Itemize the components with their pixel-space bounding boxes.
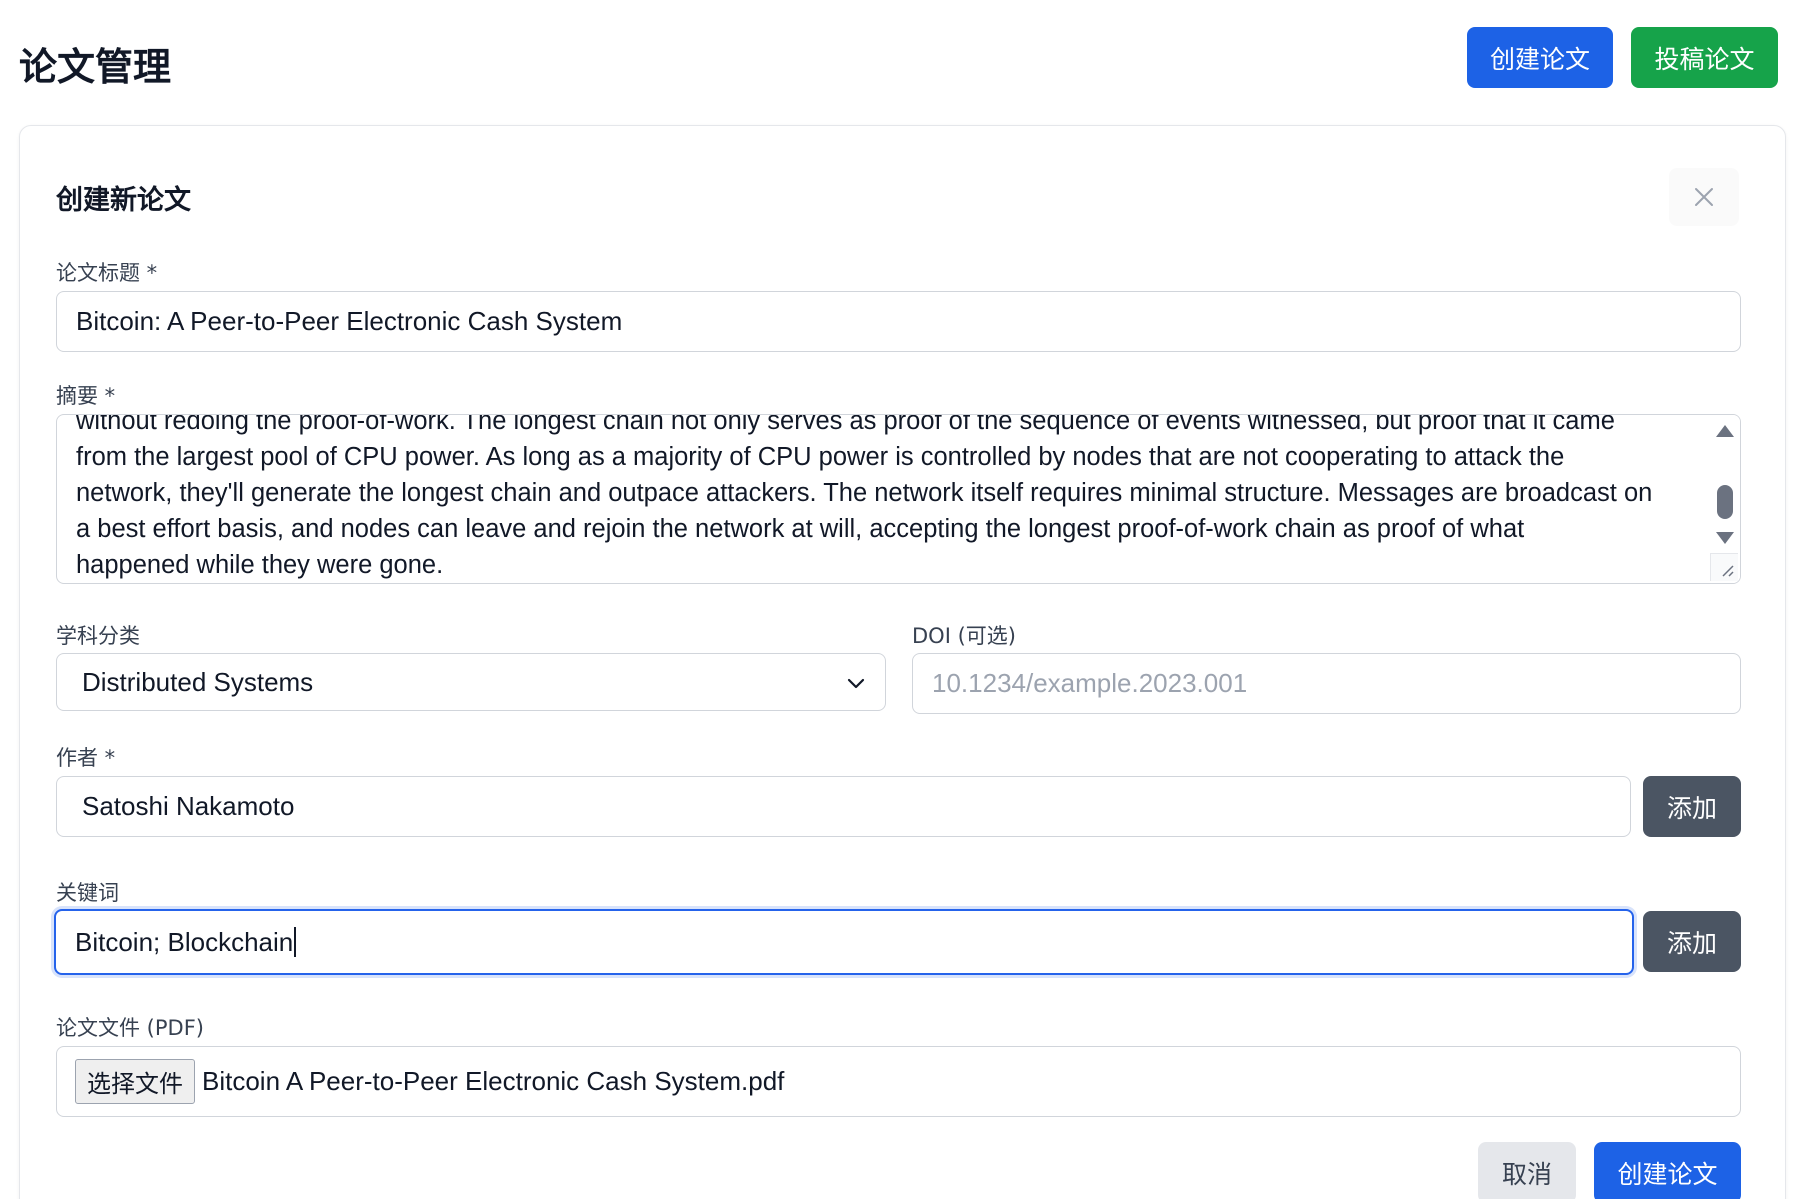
- chevron-down-icon: [847, 678, 865, 689]
- doi-placeholder: 10.1234/example.2023.001: [932, 668, 1248, 698]
- abstract-textarea[interactable]: without redoing the proof-of-work. The l…: [56, 414, 1741, 584]
- doi-label: DOI (可选): [912, 624, 1016, 648]
- doi-input[interactable]: 10.1234/example.2023.001: [912, 653, 1741, 714]
- close-icon: [1695, 188, 1713, 206]
- create-paper-button[interactable]: 创建论文: [1467, 27, 1613, 88]
- file-label: 论文文件 (PDF): [56, 1016, 204, 1040]
- subject-select[interactable]: Distributed Systems: [56, 653, 886, 711]
- abstract-line: happened while they were gone.: [76, 551, 444, 579]
- paper-title-label: 论文标题 *: [56, 261, 158, 285]
- add-author-button[interactable]: 添加: [1643, 776, 1741, 837]
- abstract-label: 摘要 *: [56, 384, 116, 408]
- abstract-line: without redoing the proof-of-work. The l…: [76, 414, 1615, 435]
- paper-title-input[interactable]: Bitcoin: A Peer-to-Peer Electronic Cash …: [56, 291, 1741, 352]
- keywords-label: 关键词: [56, 881, 119, 905]
- abstract-text: without redoing the proof-of-work. The l…: [76, 414, 1700, 583]
- abstract-line: network, they'll generate the longest ch…: [76, 479, 1653, 507]
- page-title: 论文管理: [19, 45, 172, 89]
- submit-paper-button[interactable]: 投稿论文: [1631, 27, 1778, 88]
- abstract-line: from the largest pool of CPU power. As l…: [76, 443, 1565, 471]
- cancel-button[interactable]: 取消: [1478, 1142, 1576, 1199]
- scroll-down-arrow-icon[interactable]: [1716, 532, 1734, 544]
- scroll-up-arrow-icon[interactable]: [1716, 425, 1734, 437]
- resize-handle-icon[interactable]: [1710, 553, 1738, 581]
- file-name: Bitcoin A Peer-to-Peer Electronic Cash S…: [202, 1066, 785, 1096]
- form-title: 创建新论文: [56, 185, 191, 216]
- scroll-thumb[interactable]: [1717, 485, 1733, 519]
- paper-title-value: Bitcoin: A Peer-to-Peer Electronic Cash …: [76, 306, 623, 336]
- close-button[interactable]: [1669, 168, 1739, 226]
- choose-file-button[interactable]: 选择文件: [75, 1059, 195, 1104]
- authors-label: 作者 *: [56, 746, 116, 770]
- keyword-input[interactable]: Bitcoin; Blockchain: [54, 909, 1634, 975]
- author-input[interactable]: Satoshi Nakamoto: [56, 776, 1631, 837]
- keyword-value: Bitcoin; Blockchain: [75, 926, 294, 957]
- subject-label: 学科分类: [56, 624, 140, 648]
- file-input[interactable]: 选择文件 Bitcoin A Peer-to-Peer Electronic C…: [56, 1046, 1741, 1117]
- author-value: Satoshi Nakamoto: [82, 791, 295, 821]
- subject-selected-value: Distributed Systems: [82, 666, 314, 697]
- text-caret: [294, 927, 297, 957]
- create-paper-submit-button[interactable]: 创建论文: [1594, 1142, 1741, 1199]
- abstract-line: a best effort basis, and nodes can leave…: [76, 515, 1525, 543]
- add-keyword-button[interactable]: 添加: [1643, 911, 1741, 972]
